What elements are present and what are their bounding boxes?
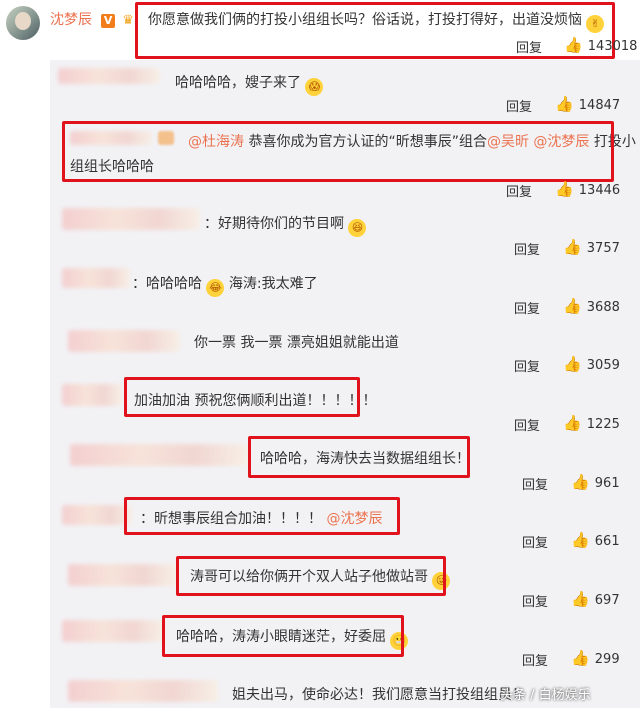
username[interactable]: 沈梦辰 [50, 12, 92, 28]
thumbs-up-icon: 👍 [563, 238, 582, 256]
highlight-box [248, 436, 470, 478]
thumbs-up-icon: 👍 [571, 473, 590, 491]
like-button[interactable]: 👍 14847 [555, 94, 620, 113]
reply-button[interactable]: 回复 [522, 474, 548, 493]
reply-button[interactable]: 回复 [516, 37, 542, 56]
blurred-username [68, 680, 218, 702]
like-count: 143018 [587, 39, 638, 54]
blurred-username [68, 564, 176, 586]
like-button[interactable]: 👍 299 [571, 648, 620, 667]
reply-text: 你一票 我一票 漂亮姐姐就能出道 [194, 335, 399, 351]
thumbs-up-icon: 👍 [563, 355, 582, 373]
like-button[interactable]: 👍 661 [571, 530, 620, 549]
like-button[interactable]: 👍 3059 [563, 354, 620, 373]
like-count: 299 [594, 652, 620, 667]
laugh-emoji-icon: 😆 [348, 219, 367, 237]
like-button[interactable]: 👍 143018 [564, 35, 637, 54]
blurred-username [62, 620, 164, 642]
thumbs-up-icon: 👍 [564, 36, 583, 54]
like-count: 3688 [586, 300, 620, 315]
highlight-box [62, 121, 614, 182]
like-button[interactable]: 👍 697 [571, 589, 620, 608]
thumbs-up-icon: 👍 [555, 95, 574, 113]
reply-text: ：好期待你们的节目啊 😆 [204, 213, 367, 237]
like-count: 3757 [586, 241, 620, 256]
highlight-box [176, 556, 446, 596]
like-count: 3059 [586, 358, 620, 373]
reply-button[interactable]: 回复 [514, 415, 540, 434]
watermark: 头条 / 白杨娱乐 [500, 688, 591, 703]
thumbs-up-icon: 👍 [571, 531, 590, 549]
highlight-box [124, 377, 360, 417]
blurred-username [70, 444, 248, 466]
reply-button[interactable]: 回复 [506, 181, 532, 200]
like-button[interactable]: 👍 3688 [563, 296, 620, 315]
shock-emoji-icon: 😱 [305, 78, 324, 96]
like-button[interactable]: 👍 1225 [563, 413, 620, 432]
blurred-username [62, 268, 130, 288]
blurred-username [58, 68, 160, 84]
reply-button[interactable]: 回复 [522, 650, 548, 669]
thumbs-up-icon: 👍 [563, 414, 582, 432]
highlight-box [135, 2, 615, 59]
thumbs-up-icon: 👍 [555, 180, 574, 198]
thumbs-up-icon: 👍 [571, 649, 590, 667]
like-count: 14847 [578, 98, 621, 113]
like-button[interactable]: 👍 13446 [555, 179, 620, 198]
tears-emoji-icon: 😂 [206, 279, 225, 297]
like-button[interactable]: 👍 3757 [563, 237, 620, 256]
user-avatar[interactable] [6, 6, 40, 40]
reply-text: ：哈哈哈哈 😂 海涛:我太难了 [132, 273, 318, 297]
reply-button[interactable]: 回复 [506, 96, 532, 115]
blurred-username [62, 384, 122, 406]
like-button[interactable]: 👍 961 [571, 472, 620, 491]
reply-button[interactable]: 回复 [514, 298, 540, 317]
reply-button[interactable]: 回复 [522, 591, 548, 610]
reply-button[interactable]: 回复 [514, 239, 540, 258]
crown-icon: ♛ [122, 13, 134, 28]
highlight-box [162, 615, 404, 657]
like-count: 13446 [578, 183, 621, 198]
like-count: 1225 [586, 417, 620, 432]
like-count: 961 [594, 476, 620, 491]
blurred-username [68, 330, 180, 352]
reply-text: 哈哈哈哈，嫂子来了 😱 [175, 72, 324, 96]
thumbs-up-icon: 👍 [571, 590, 590, 608]
reply-button[interactable]: 回复 [514, 356, 540, 375]
reply-text: 姐夫出马，使命必达！我们愿意当打投组组员！ [232, 687, 526, 703]
highlight-box [124, 497, 400, 535]
like-count: 697 [594, 593, 620, 608]
reply-button[interactable]: 回复 [522, 532, 548, 551]
blurred-username [62, 505, 132, 525]
blurred-username [62, 208, 200, 230]
verified-badge-icon: V [101, 14, 116, 28]
thumbs-up-icon: 👍 [563, 297, 582, 315]
like-count: 661 [594, 534, 620, 549]
